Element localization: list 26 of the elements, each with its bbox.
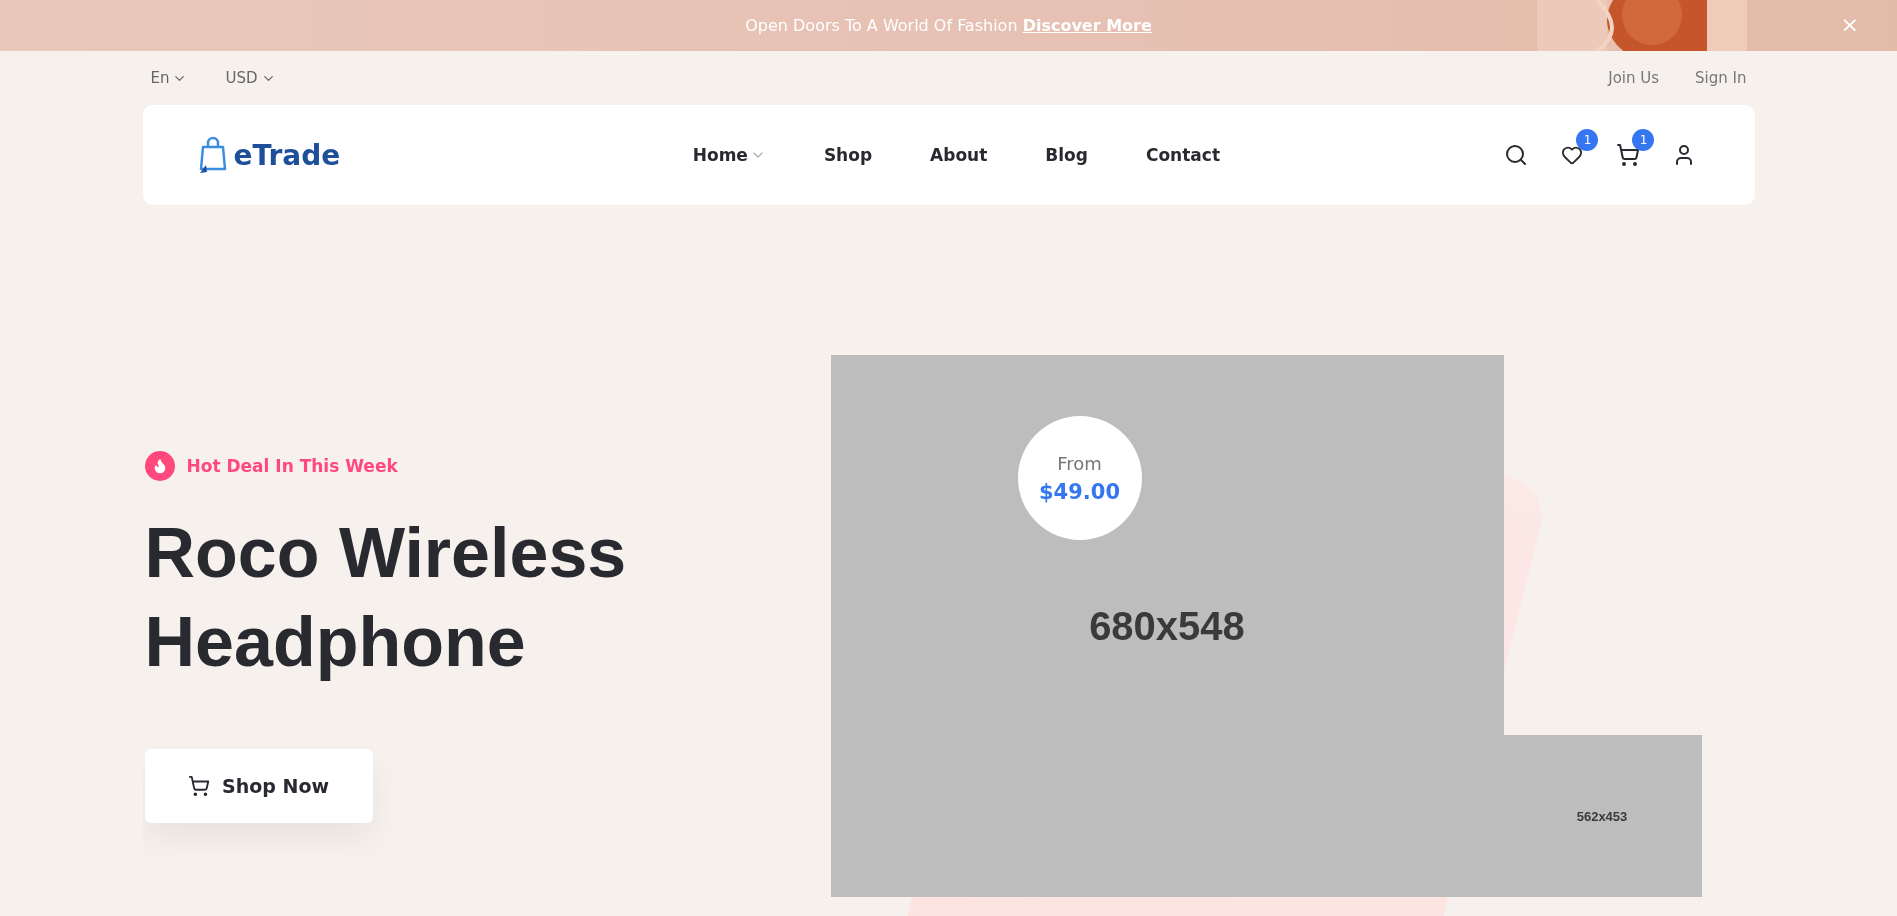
nav-link[interactable]: Contact (1145, 145, 1220, 165)
language-select[interactable]: En (150, 69, 188, 87)
placeholder-label: 680x548 (1089, 603, 1245, 649)
placeholder-label: 562x453 (1576, 808, 1628, 824)
count-badge: 1 (1632, 129, 1655, 151)
search-icon (1504, 143, 1529, 167)
cart-icon (188, 775, 210, 797)
nav-link[interactable]: About (930, 145, 988, 165)
price-value: $49.00 (1038, 479, 1120, 504)
count-badge: 1 (1576, 129, 1599, 151)
shop-now-button[interactable]: Shop Now (144, 749, 373, 823)
flame-icon (144, 451, 175, 481)
announcement-text: Open Doors To A World Of Fashion Discover More (745, 16, 1152, 35)
nav-link[interactable]: Home (692, 145, 766, 165)
nav-link[interactable]: Shop (823, 145, 873, 165)
nav-link[interactable]: Blog (1045, 145, 1088, 165)
cart-icon (1616, 143, 1641, 167)
account-link[interactable]: Sign In (1695, 69, 1747, 87)
currency-select[interactable]: USD (225, 69, 276, 87)
hero-title: Roco Wireless Headphone (144, 513, 628, 683)
shopping-bag-icon (197, 135, 228, 175)
account-link[interactable]: Join Us (1608, 69, 1660, 87)
hero-tag: Hot Deal In This Week (186, 456, 398, 476)
logo-text[interactable]: eTrade (233, 138, 341, 172)
heart-icon (1561, 144, 1584, 166)
price-label: From (1057, 452, 1102, 474)
